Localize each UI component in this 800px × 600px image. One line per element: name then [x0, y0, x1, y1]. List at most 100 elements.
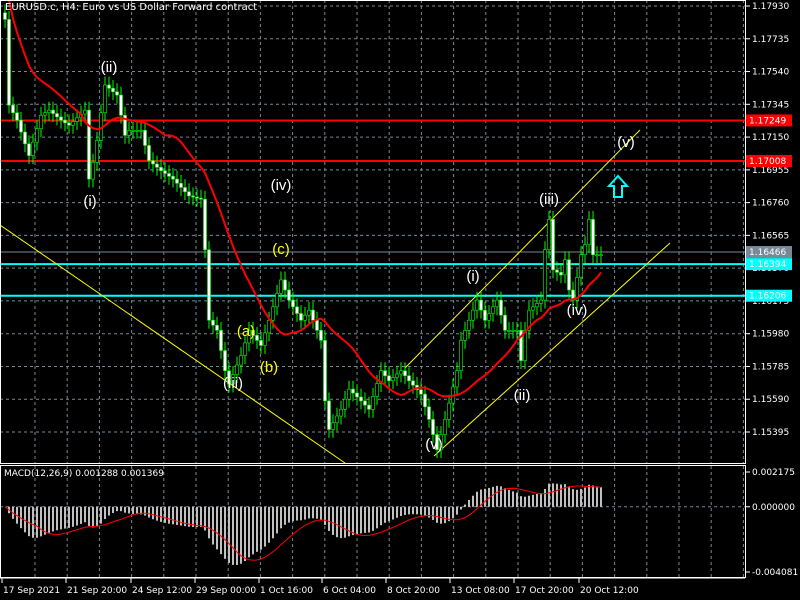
candle-body	[271, 306, 275, 321]
candle-body	[395, 373, 399, 378]
candle-body	[543, 249, 547, 301]
price-level-label: 1.16466	[749, 248, 786, 258]
candle-body	[483, 309, 487, 321]
candle-body	[531, 306, 535, 311]
candle-body	[135, 130, 139, 132]
price-axis[interactable]: 1.17930 1.17735 1.17540 1.17345 1.17150 1.169…	[745, 2, 798, 578]
up-arrow-icon[interactable]	[606, 174, 630, 198]
candle-body	[51, 109, 55, 114]
candle-body	[115, 91, 119, 96]
price-chart[interactable]: (i) (ii) (iv) (iii) (a) (b) (c) (v) (i) …	[0, 0, 800, 600]
wave-label: (v)	[425, 436, 443, 453]
wave-label: (v)	[617, 134, 635, 151]
wave-label: (iii)	[539, 191, 559, 208]
candle-body	[399, 370, 403, 375]
wave-label: (iv)	[567, 302, 588, 319]
candle-body	[559, 272, 563, 276]
candle-body	[183, 187, 187, 192]
candle-body	[143, 130, 147, 146]
candle-body	[599, 254, 603, 257]
candle-body	[351, 388, 355, 394]
candle-body	[31, 141, 35, 156]
macd-tick-label: 0.000000	[752, 503, 795, 513]
time-tick-label: 24 Sep 12:00	[132, 586, 192, 596]
candle-body	[283, 279, 287, 291]
candle-body	[303, 314, 307, 321]
candle-body	[111, 88, 115, 93]
candles	[3, 4, 603, 459]
candle-body	[23, 131, 27, 145]
price-tick-label: 1.16565	[752, 231, 789, 241]
macd-tick-label: 0.002175	[752, 468, 795, 478]
candle-body	[463, 330, 467, 341]
candle-body	[175, 178, 179, 184]
candle-body	[179, 182, 183, 188]
candle-body	[259, 340, 263, 346]
candle-body	[43, 112, 47, 116]
wave-label: (ii)	[101, 59, 118, 76]
price-tick-label: 1.16760	[752, 199, 789, 209]
candle-body	[343, 398, 347, 410]
downtrend-line[interactable]	[0, 224, 346, 464]
candle-body	[471, 309, 475, 321]
candle-body	[563, 259, 567, 276]
candle-body	[591, 219, 595, 256]
time-tick-label: 29 Sep 00:00	[196, 586, 256, 596]
candle-body	[431, 419, 435, 435]
wave-label: (iv)	[271, 177, 292, 194]
price-tick-label: 1.15395	[752, 428, 789, 438]
time-tick-label: 1 Oct 16:00	[260, 586, 313, 596]
wave-label: (iii)	[223, 375, 243, 392]
candle-body	[195, 196, 199, 199]
candle-body	[211, 319, 215, 326]
candle-body	[323, 340, 327, 402]
time-tick-label: 21 Sep 20:00	[67, 586, 127, 596]
candle-body	[387, 375, 391, 382]
candle-body	[459, 340, 463, 371]
price-tick-label: 1.15590	[752, 395, 789, 405]
time-axis[interactable]: 17 Sep 2021 21 Sep 20:00 24 Sep 12:00 29 Se…	[0, 577, 745, 596]
time-tick-label: 17 Sep 2021	[3, 586, 60, 596]
candle-body	[499, 299, 503, 316]
candle-body	[67, 122, 71, 126]
candle-body	[555, 269, 559, 273]
candle-body	[295, 306, 299, 314]
candle-body	[539, 299, 543, 304]
candle-body	[243, 342, 247, 356]
price-tick-label: 1.17345	[752, 100, 789, 110]
candle-body	[595, 254, 599, 257]
candle-body	[507, 330, 511, 332]
time-tick-label: 8 Oct 20:00	[387, 586, 440, 596]
candle-body	[567, 259, 571, 291]
candle-body	[275, 293, 279, 308]
candle-body	[235, 364, 239, 375]
candle-body	[155, 163, 159, 168]
candle-body	[207, 249, 211, 321]
candle-body	[339, 409, 343, 417]
candle-body	[191, 195, 195, 198]
candle-body	[411, 380, 415, 386]
candle-body	[515, 330, 519, 332]
candle-body	[151, 160, 155, 165]
candle-body	[551, 219, 555, 271]
candle-body	[319, 330, 323, 341]
wave-label: (a)	[237, 323, 255, 340]
candle-body	[479, 299, 483, 311]
candle-body	[215, 324, 219, 331]
time-tick-label: 20 Oct 12:00	[580, 586, 639, 596]
macd-title: MACD(12,26,9) 0.001288 0.001369	[4, 469, 164, 479]
candle-body	[547, 219, 551, 250]
candle-body	[327, 400, 331, 430]
candle-body	[19, 119, 23, 133]
candle-body	[475, 299, 479, 311]
time-tick-label: 6 Oct 04:00	[323, 586, 376, 596]
candle-body	[375, 383, 379, 397]
candle-body	[55, 113, 59, 118]
candle-body	[467, 319, 471, 331]
candle-body	[311, 309, 315, 321]
candle-body	[495, 299, 499, 308]
price-tick-label: 1.17540	[752, 68, 789, 78]
price-tick-label: 1.15980	[752, 330, 789, 340]
candle-body	[427, 406, 431, 420]
candle-body	[199, 197, 203, 200]
